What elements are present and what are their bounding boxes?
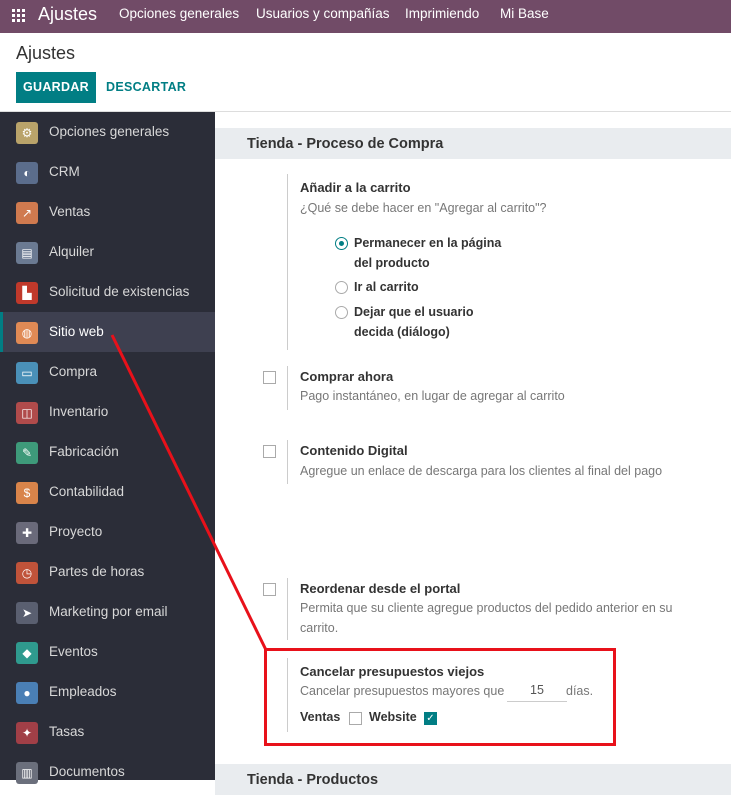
annotation-highlight-box	[264, 648, 616, 746]
annotation-line	[110, 334, 268, 651]
